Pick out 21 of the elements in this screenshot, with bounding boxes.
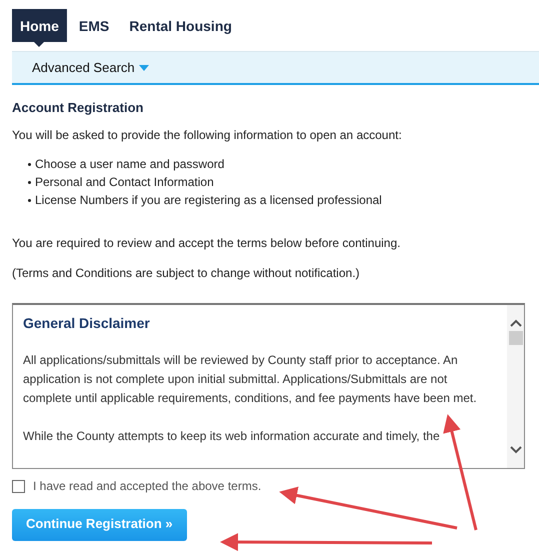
nav-tab[interactable]: EMS xyxy=(70,9,118,47)
list-item: License Numbers if you are registering as a licensed professional xyxy=(28,191,527,209)
caret-icon xyxy=(138,64,149,70)
scrollbar-thumb[interactable] xyxy=(508,331,522,345)
terms-text: While the County attempts to keep its web information accurate and timely, the xyxy=(23,428,441,445)
note-text: You are required to review and accept the terms below before continuing. xyxy=(12,235,402,251)
scroll-down-icon[interactable] xyxy=(510,446,522,454)
checkbox-label: I have read and accepted the above terms. xyxy=(33,479,262,493)
section-heading: Account Registration xyxy=(12,100,144,115)
note-text: (Terms and Conditions are subject to change without notification.) xyxy=(12,265,361,281)
nav-tab[interactable]: Rental Housing xyxy=(121,9,240,47)
checkbox[interactable] xyxy=(12,480,25,492)
scrollbar[interactable] xyxy=(507,305,524,468)
list-item: Choose a user name and password xyxy=(28,155,527,173)
nav-tab[interactable]: Home xyxy=(12,9,67,47)
intro-text: You will be asked to provide the following information to open an account: xyxy=(12,127,403,143)
scroll-up-icon[interactable] xyxy=(510,319,522,327)
list-item: Personal and Contact Information xyxy=(28,173,527,191)
terms-text: All applications/submittals will be reviewed by County staff prior to acceptance. An application is not complete upon initial submittal. Applications/Submittals are not complete until applicable requirements, conditions, and fee payments have been met. xyxy=(23,352,478,407)
advanced-search-menu[interactable]: Advanced Search xyxy=(32,60,149,75)
terms-title: General Disclaimer xyxy=(23,315,151,331)
